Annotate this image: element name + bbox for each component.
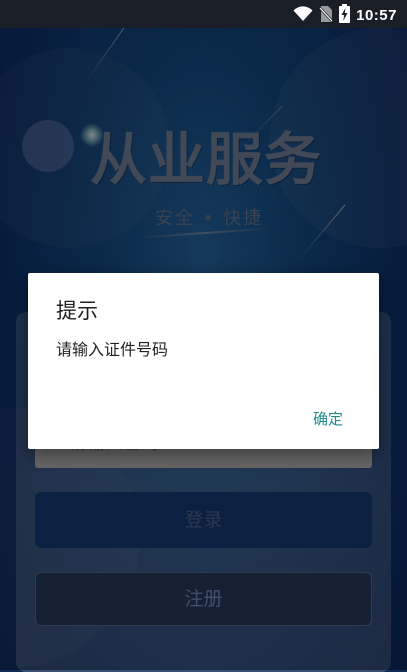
status-bar: 10:57 <box>0 0 407 28</box>
status-time: 10:57 <box>356 7 397 24</box>
battery-charging-icon <box>339 4 351 27</box>
wifi-icon <box>293 5 313 26</box>
dialog-message: 请输入证件号码 <box>56 340 169 359</box>
dialog-title: 提示 <box>56 299 98 323</box>
alert-dialog: 提示 请输入证件号码 确定 <box>28 273 379 449</box>
no-sim-icon <box>319 5 334 27</box>
status-icons: 10:57 <box>293 4 397 27</box>
confirm-button[interactable]: 确定 <box>313 408 343 429</box>
